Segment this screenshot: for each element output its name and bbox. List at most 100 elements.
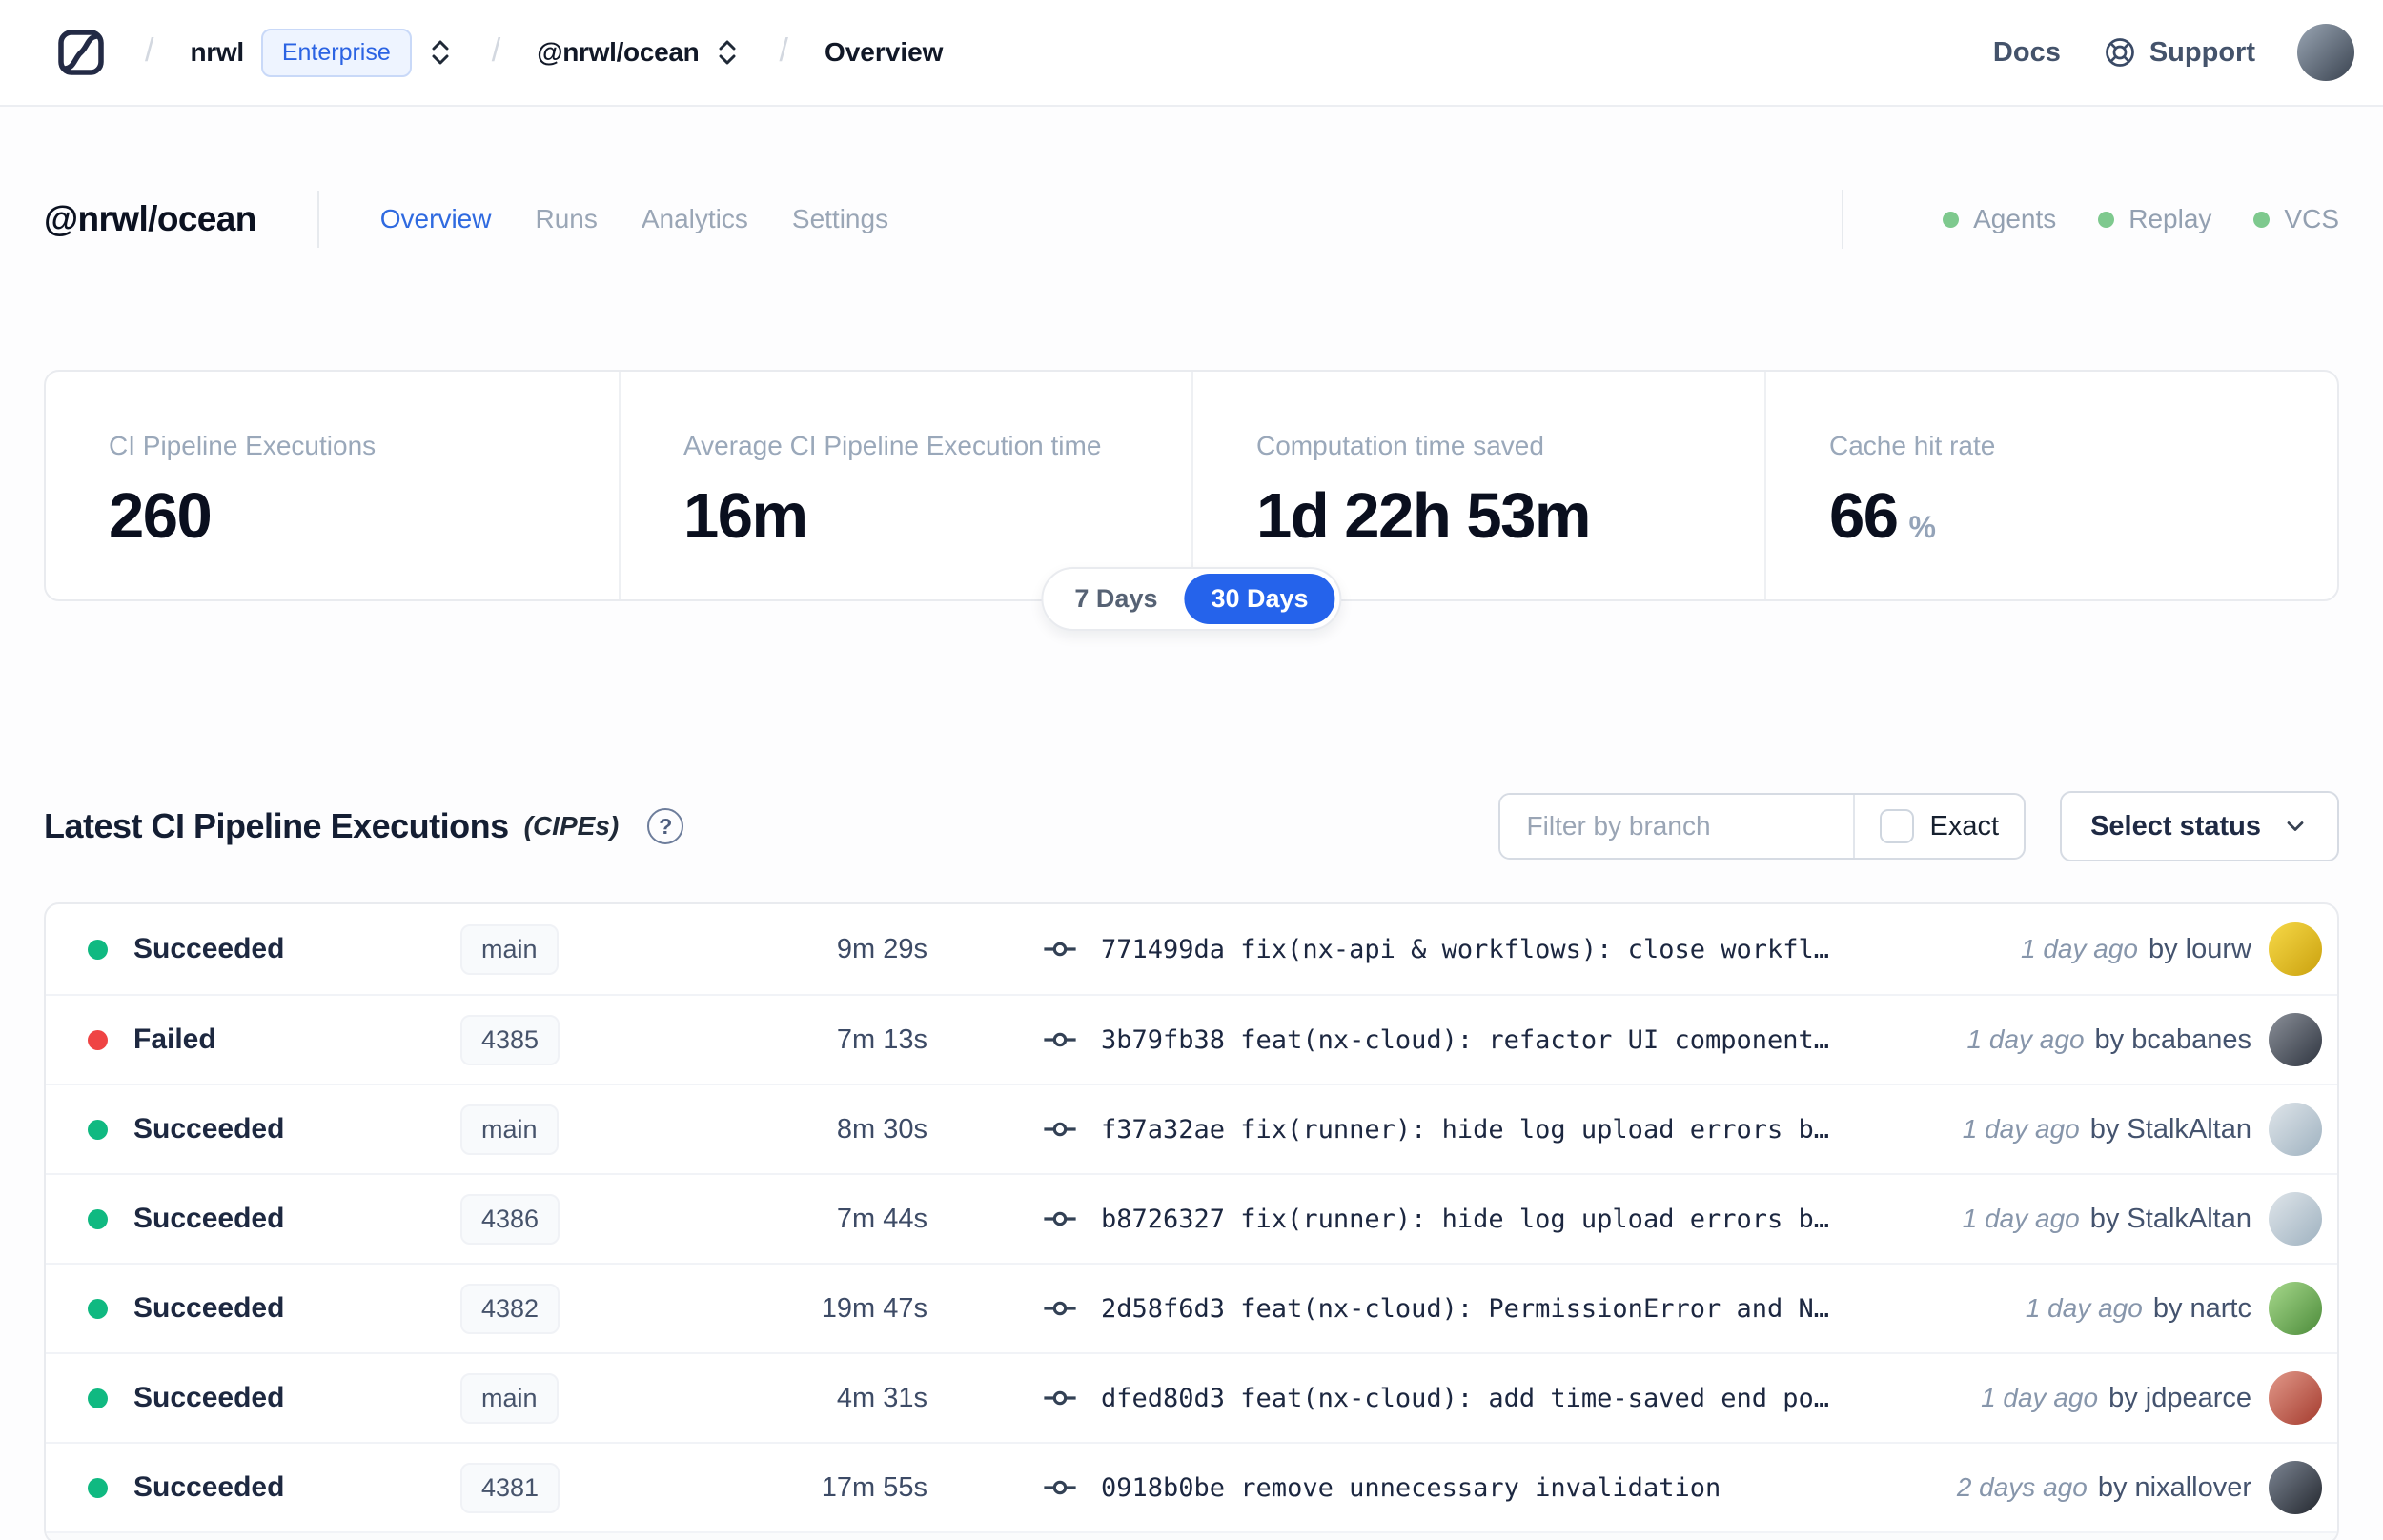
duration: 4m 31s — [836, 1382, 927, 1413]
branch-badge: 4381 — [460, 1462, 560, 1513]
docs-label: Docs — [1992, 36, 2061, 68]
author: by nixallover — [2097, 1471, 2251, 1503]
range-option-30-days[interactable]: 30 Days — [1184, 574, 1335, 624]
stat-value: 1d 22h 53m — [1256, 480, 1591, 552]
cipe-row[interactable]: Succeeded 4381 17m 55s 0918b0be remove u… — [46, 1442, 2337, 1531]
status-label: Succeeded — [133, 933, 285, 964]
nx-cloud-logo[interactable] — [53, 25, 109, 80]
workspace-selector[interactable]: @nrwl/ocean — [537, 35, 743, 70]
author: by StalkAltan — [2089, 1113, 2251, 1145]
git-commit-icon — [1042, 931, 1078, 967]
author: by jdpearce — [2108, 1382, 2251, 1413]
branch-badge: main — [460, 1104, 559, 1155]
stat-card-computation-time-saved: Computation time saved 1d 22h 53m — [1192, 372, 1764, 599]
status-dot — [88, 1298, 108, 1319]
tab-analytics[interactable]: Analytics — [642, 204, 748, 234]
time-ago: 1 day ago — [2021, 934, 2138, 963]
time-ago: 1 day ago — [1966, 1024, 2085, 1054]
section-title-suffix: (CIPEs) — [523, 811, 620, 841]
tab-runs[interactable]: Runs — [535, 204, 597, 234]
stat-card-ci-pipeline-executions: CI Pipeline Executions 260 — [46, 372, 619, 599]
chevron-selector-icon[interactable] — [425, 35, 456, 70]
branch-badge: main — [460, 923, 559, 975]
stat-value: 66 — [1829, 480, 1899, 552]
status-label: Succeeded — [133, 1292, 285, 1324]
cipes-controls: Exact Select status — [1497, 791, 2339, 861]
cipe-row[interactable]: Succeeded main 8m 30s f37a32ae fix(runne… — [46, 1084, 2337, 1173]
user-avatar[interactable] — [2297, 24, 2354, 81]
stat-value: 260 — [109, 480, 213, 552]
cipe-row[interactable]: Succeeded 4386 7m 44s b8726327 fix(runne… — [46, 1173, 2337, 1263]
service-status-vcs[interactable]: VCS — [2253, 204, 2339, 234]
exact-checkbox[interactable] — [1879, 809, 1914, 843]
cipe-row[interactable]: Succeeded 4382 19m 47s 2d58f6d3 feat(nx-… — [46, 1263, 2337, 1352]
next-row-partial — [46, 1531, 2337, 1540]
commit-text: 771499da fix(nx-api & workflows): close … — [1101, 934, 1830, 964]
duration: 9m 29s — [836, 933, 927, 964]
commit-text: f37a32ae fix(runner): hide log upload er… — [1101, 1114, 1830, 1145]
nx-logo-icon — [53, 25, 109, 80]
org-selector[interactable]: nrwl Enterprise — [190, 28, 456, 77]
branch-filter-input[interactable] — [1499, 795, 1853, 858]
cipes-title-group: Latest CI Pipeline Executions (CIPEs) ? — [44, 806, 684, 846]
status-select-button[interactable]: Select status — [2060, 791, 2339, 861]
cipe-row[interactable]: Failed 4385 7m 13s 3b79fb38 feat(nx-clou… — [46, 994, 2337, 1084]
status-label: Succeeded — [133, 1382, 285, 1413]
topbar-actions: Docs Support — [1993, 24, 2354, 81]
stat-value: 16m — [683, 480, 808, 552]
commit-text: dfed80d3 feat(nx-cloud): add time-saved … — [1101, 1383, 1830, 1413]
breadcrumb-separator: / — [145, 31, 154, 69]
support-link[interactable]: Support — [2103, 35, 2255, 70]
row-avatar — [2269, 1461, 2322, 1514]
range-option-7-days[interactable]: 7 Days — [1048, 574, 1184, 624]
time-ago: 1 day ago — [1981, 1383, 2099, 1412]
git-commit-icon — [1042, 1469, 1078, 1506]
chevron-selector-icon[interactable] — [712, 35, 743, 70]
cipe-row[interactable]: Succeeded main 4m 31s dfed80d3 feat(nx-c… — [46, 1352, 2337, 1442]
time-ago: 1 day ago — [1962, 1114, 2080, 1144]
commit-text: b8726327 fix(runner): hide log upload er… — [1101, 1204, 1830, 1234]
tab-overview[interactable]: Overview — [380, 204, 492, 234]
enterprise-badge: Enterprise — [260, 28, 412, 77]
author: by lourw — [2149, 933, 2251, 964]
status-dot — [88, 939, 108, 960]
stat-label: Computation time saved — [1256, 431, 1544, 460]
stat-card-average-execution-time: Average CI Pipeline Execution time 16m — [619, 372, 1192, 599]
duration: 17m 55s — [821, 1471, 927, 1503]
stat-card-cache-hit-rate: Cache hit rate 66 % — [1764, 372, 2337, 599]
service-label: VCS — [2284, 204, 2339, 233]
status-dot — [88, 1119, 108, 1140]
status-dot — [88, 1208, 108, 1229]
stat-label: Average CI Pipeline Execution time — [683, 431, 1102, 460]
docs-link[interactable]: Docs — [1993, 37, 2061, 69]
author: by bcabanes — [2094, 1023, 2251, 1055]
cipes-table: Succeeded main 9m 29s 771499da fix(nx-ap… — [44, 902, 2339, 1540]
time-ago: 1 day ago — [2025, 1293, 2143, 1323]
git-commit-icon — [1042, 1111, 1078, 1147]
service-status-replay[interactable]: Replay — [2098, 204, 2211, 234]
time-ago: 1 day ago — [1962, 1204, 2080, 1233]
service-label: Agents — [1973, 204, 2057, 233]
status-dot — [88, 1029, 108, 1050]
git-commit-icon — [1042, 1022, 1078, 1058]
chevron-down-icon — [2282, 813, 2309, 840]
tab-settings[interactable]: Settings — [792, 204, 888, 234]
author: by StalkAltan — [2089, 1203, 2251, 1234]
help-icon[interactable]: ? — [647, 808, 684, 844]
service-label: Replay — [2128, 204, 2212, 233]
branch-badge: 4386 — [460, 1193, 560, 1245]
row-avatar — [2269, 1282, 2322, 1335]
branch-badge: 4385 — [460, 1014, 560, 1065]
service-status-agents[interactable]: Agents — [1943, 204, 2056, 234]
exact-label: Exact — [1929, 810, 2000, 841]
breadcrumb-separator: / — [491, 31, 501, 69]
git-commit-icon — [1042, 1201, 1078, 1237]
cipe-row[interactable]: Succeeded main 9m 29s 771499da fix(nx-ap… — [46, 904, 2337, 994]
workspace-tabs: Overview Runs Analytics Settings — [380, 204, 888, 234]
support-label: Support — [2149, 36, 2255, 68]
git-commit-icon — [1042, 1290, 1078, 1327]
status-label: Succeeded — [133, 1471, 285, 1503]
time-ago: 2 days ago — [1956, 1472, 2088, 1502]
status-dot — [88, 1388, 108, 1408]
topbar: / nrwl Enterprise / @nrwl/ocean / Overvi… — [0, 0, 2383, 107]
